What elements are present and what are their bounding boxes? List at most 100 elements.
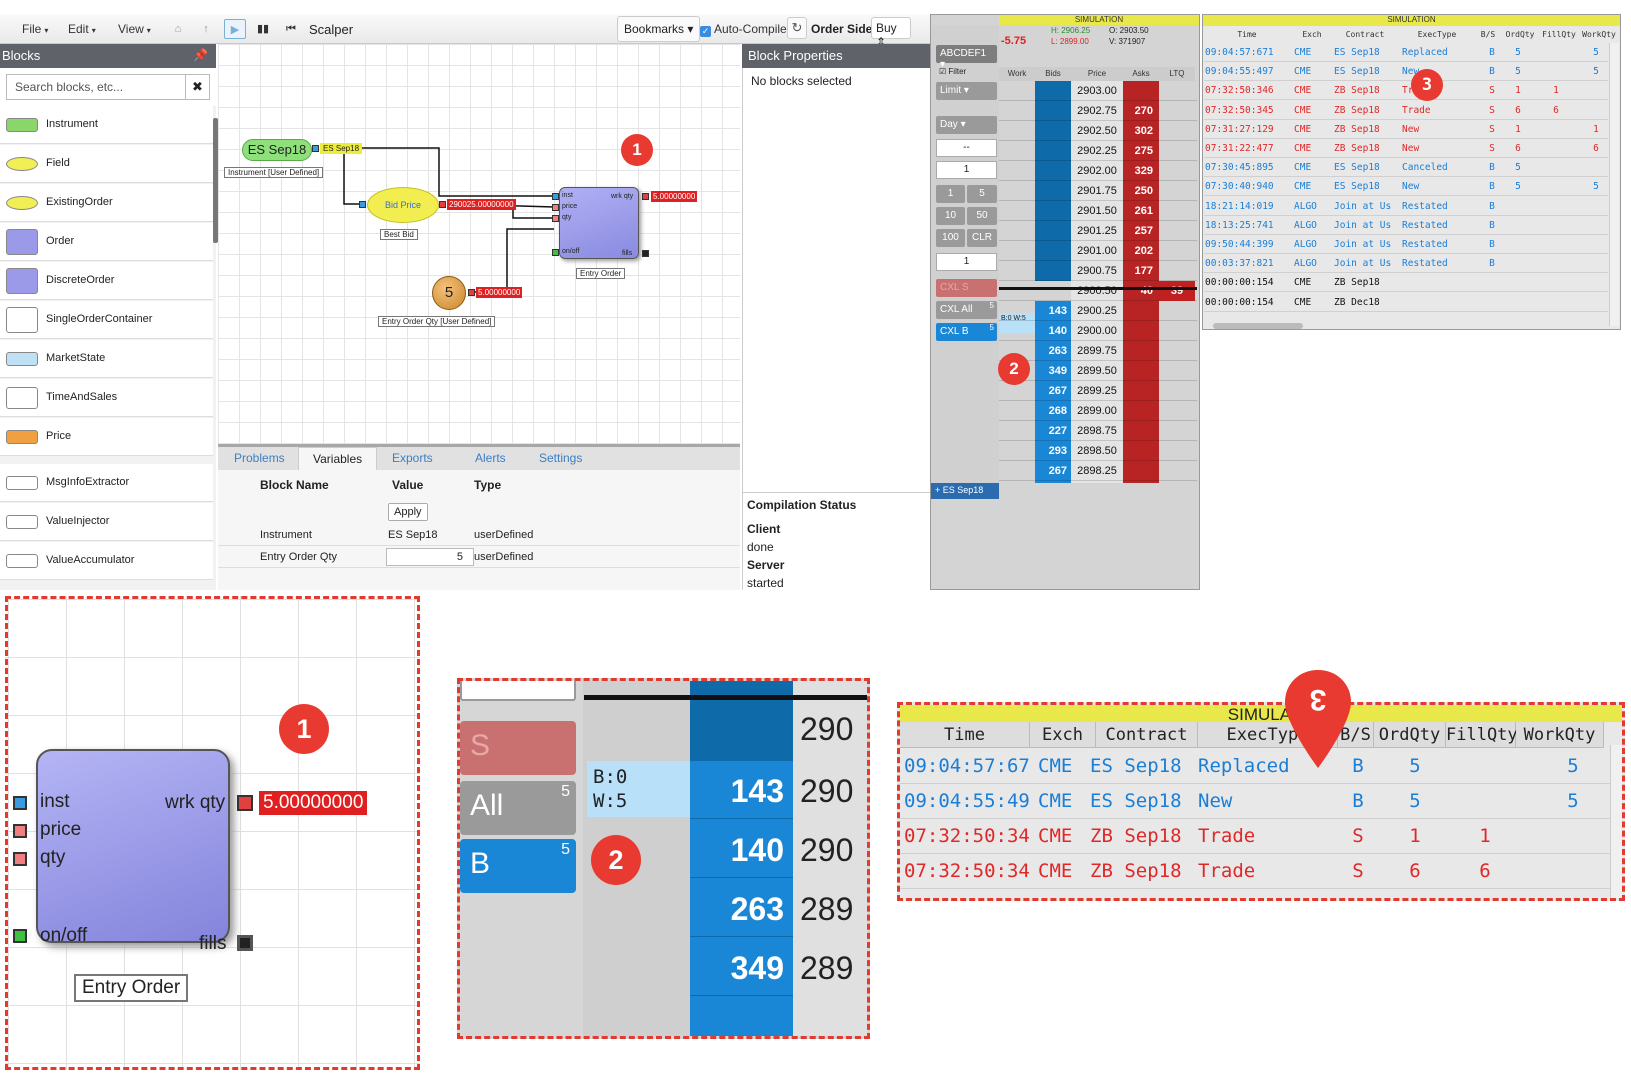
ladder-row[interactable]: 2898.50 293	[999, 441, 1197, 461]
cancel-all-button[interactable]: CXL All 5	[936, 301, 997, 319]
orderbook-hscrollbar[interactable]	[1213, 323, 1303, 329]
block-item-price[interactable]: Price	[0, 418, 213, 456]
orderbook-row[interactable]: 07:31:27:129 CME ZB Sep18 New S 1 1	[1204, 120, 1608, 139]
qty-node[interactable]: 5	[432, 276, 466, 310]
ladder-row[interactable]: 2899.25 267	[999, 381, 1197, 401]
ladder-bid-qty[interactable]: 140	[1035, 321, 1067, 341]
tab-alerts[interactable]: Alerts	[475, 451, 506, 465]
algo-canvas[interactable]: ES Sep18 ES Sep18 Instrument [User Defin…	[218, 44, 740, 444]
price-offset-input[interactable]: --	[936, 139, 997, 157]
auto-compile-checkbox[interactable]: ✓ Auto-Compile	[700, 22, 787, 37]
block-search-input[interactable]: Search blocks, etc...	[6, 74, 186, 100]
ladder-ask-qty[interactable]: 270	[1123, 101, 1153, 121]
orderbook-row[interactable]: 09:04:55:497 CME ES Sep18 New B 5 5	[1204, 62, 1608, 82]
ladder-row[interactable]: 2901.00 202	[999, 241, 1197, 261]
ladder-row[interactable]: 2902.50 302	[999, 121, 1197, 141]
ladder-bid-qty[interactable]: 293	[1035, 441, 1067, 461]
ladder-row[interactable]: 2903.00	[999, 81, 1197, 101]
ladder-ask-qty[interactable]: 40	[1123, 281, 1153, 301]
clear-search-icon[interactable]: ✖	[186, 74, 210, 100]
block-item-single-order-container[interactable]: SingleOrderContainer	[0, 301, 213, 339]
orderbook-row[interactable]: 07:31:22:477 CME ZB Sep18 New S 6 6	[1204, 139, 1608, 158]
edit-menu[interactable]: Edit ▾	[68, 22, 96, 36]
order-onoff-port[interactable]	[552, 249, 559, 256]
ladder-row[interactable]: 2899.75 263	[999, 341, 1197, 361]
block-item-value-injector[interactable]: ValueInjector	[0, 503, 213, 541]
qty-button-50[interactable]: 50	[967, 207, 997, 225]
instrument-out-port[interactable]	[312, 145, 319, 152]
home-icon[interactable]: ⌂	[170, 19, 186, 39]
bookmarks-menu[interactable]: Bookmarks ▾	[617, 16, 701, 42]
ladder-row[interactable]: 2900.25 143	[999, 301, 1197, 321]
algo-name[interactable]: Scalper	[309, 22, 353, 37]
ladder-ask-qty[interactable]: 275	[1123, 141, 1153, 161]
up-arrow-icon[interactable]: ↑	[198, 19, 214, 39]
ladder-row[interactable]: 2899.00 268	[999, 401, 1197, 421]
pause-button[interactable]: ▮▮	[256, 19, 270, 39]
block-item-instrument[interactable]: Instrument	[0, 106, 213, 144]
orderbook-row[interactable]: 07:30:45:895 CME ES Sep18 Canceled B 5	[1204, 158, 1608, 178]
orderbook-scrollbar[interactable]	[1609, 43, 1619, 326]
order-fills-port[interactable]	[642, 250, 649, 257]
play-button[interactable]: ▶	[224, 19, 246, 39]
ladder-bid-qty[interactable]: 267	[1035, 461, 1067, 481]
orderbook-row[interactable]: 09:50:44:399 ALGO Join at Us Restated B	[1204, 235, 1608, 254]
ladder-bid-qty[interactable]: 267	[1035, 381, 1067, 401]
cancel-buys-button[interactable]: CXL B5	[936, 323, 997, 341]
orderbook-row[interactable]: 07:32:50:345 CME ZB Sep18 Trade S 6 6	[1204, 101, 1608, 120]
block-item-discrete-order[interactable]: DiscreteOrder	[0, 262, 213, 300]
ladder-ask-qty[interactable]: 261	[1123, 201, 1153, 221]
ladder-bid-qty[interactable]: 268	[1035, 401, 1067, 421]
orderbook-row[interactable]: 07:32:50:346CMEZB Sep18TradeS11	[1204, 81, 1608, 101]
block-item-msg-info-extractor[interactable]: MsgInfoExtractor	[0, 464, 213, 502]
cancel-sells-button[interactable]: CXL S	[936, 279, 997, 297]
bid-price-node[interactable]: Bid Price	[367, 187, 439, 223]
ladder-bid-qty[interactable]: 349	[1035, 361, 1067, 381]
orderbook-row[interactable]: 18:21:14:019 ALGO Join at Us Restated B	[1204, 197, 1608, 216]
ladder-ask-qty[interactable]: 250	[1123, 181, 1153, 201]
tab-exports[interactable]: Exports	[392, 451, 433, 465]
ladder-ask-qty[interactable]: 302	[1123, 121, 1153, 141]
orderbook-row[interactable]: 00:00:00:154 CME ZB Sep18	[1204, 273, 1608, 293]
orderbook-row[interactable]: 00:03:37:821 ALGO Join at Us Restated B	[1204, 254, 1608, 274]
view-menu[interactable]: View ▾	[118, 22, 151, 36]
account-select[interactable]: ABCDEF1 ▾	[936, 45, 997, 70]
ladder-row[interactable]: 2901.25 257	[999, 221, 1197, 241]
ladder-row[interactable]: 2898.25 267	[999, 461, 1197, 481]
ladder-row[interactable]: 2902.75 270	[999, 101, 1197, 121]
order-wrkqty-port[interactable]	[642, 193, 649, 200]
instrument-node[interactable]: ES Sep18	[242, 139, 312, 161]
block-item-market-state[interactable]: MarketState	[0, 340, 213, 378]
tab-variables[interactable]: Variables	[298, 447, 378, 470]
variable-value-input[interactable]: 5	[386, 548, 474, 566]
filter-checkbox[interactable]: ☑ Filter	[939, 67, 966, 76]
ladder-bid-qty[interactable]: 143	[1035, 301, 1067, 321]
order-qty-port[interactable]	[552, 215, 559, 222]
ladder-ask-qty[interactable]: 329	[1123, 161, 1153, 181]
ladder-ask-qty[interactable]: 177	[1123, 261, 1153, 281]
orderbook-row[interactable]: 09:04:57:671 CME ES Sep18 Replaced B 5 5	[1204, 43, 1608, 62]
qty-out-port[interactable]	[468, 289, 475, 296]
ladder-ask-qty[interactable]: 202	[1123, 241, 1153, 261]
bid-in-port[interactable]	[359, 201, 366, 208]
file-menu[interactable]: File ▾	[22, 22, 48, 36]
qty-input-2[interactable]: 1	[936, 253, 997, 271]
ladder-row[interactable]: 2898.75 227	[999, 421, 1197, 441]
ladder-ask-qty[interactable]: 257	[1123, 221, 1153, 241]
tif-select[interactable]: Day ▾	[936, 116, 997, 134]
orderbook-row[interactable]: 18:13:25:741 ALGO Join at Us Restated B	[1204, 216, 1608, 235]
block-item-value-accumulator[interactable]: ValueAccumulator	[0, 542, 213, 580]
qty-button-5[interactable]: 5	[967, 185, 997, 203]
ladder-row[interactable]: 2900.75 177	[999, 261, 1197, 281]
ladder-bid-qty[interactable]: 227	[1035, 421, 1067, 441]
order-price-port[interactable]	[552, 204, 559, 211]
refresh-icon[interactable]: ↻	[787, 17, 807, 39]
block-item-time-and-sales[interactable]: TimeAndSales	[0, 379, 213, 417]
ladder-row[interactable]: 2902.00 329	[999, 161, 1197, 181]
order-inst-port[interactable]	[552, 193, 559, 200]
qty-button-100[interactable]: 100	[936, 229, 965, 247]
orderbook-row[interactable]: 07:30:40:940 CME ES Sep18 New B 5 5	[1204, 177, 1608, 197]
qty-input[interactable]: 1	[936, 161, 997, 179]
ladder-row[interactable]: 2901.75 250	[999, 181, 1197, 201]
bid-out-port[interactable]	[439, 201, 446, 208]
